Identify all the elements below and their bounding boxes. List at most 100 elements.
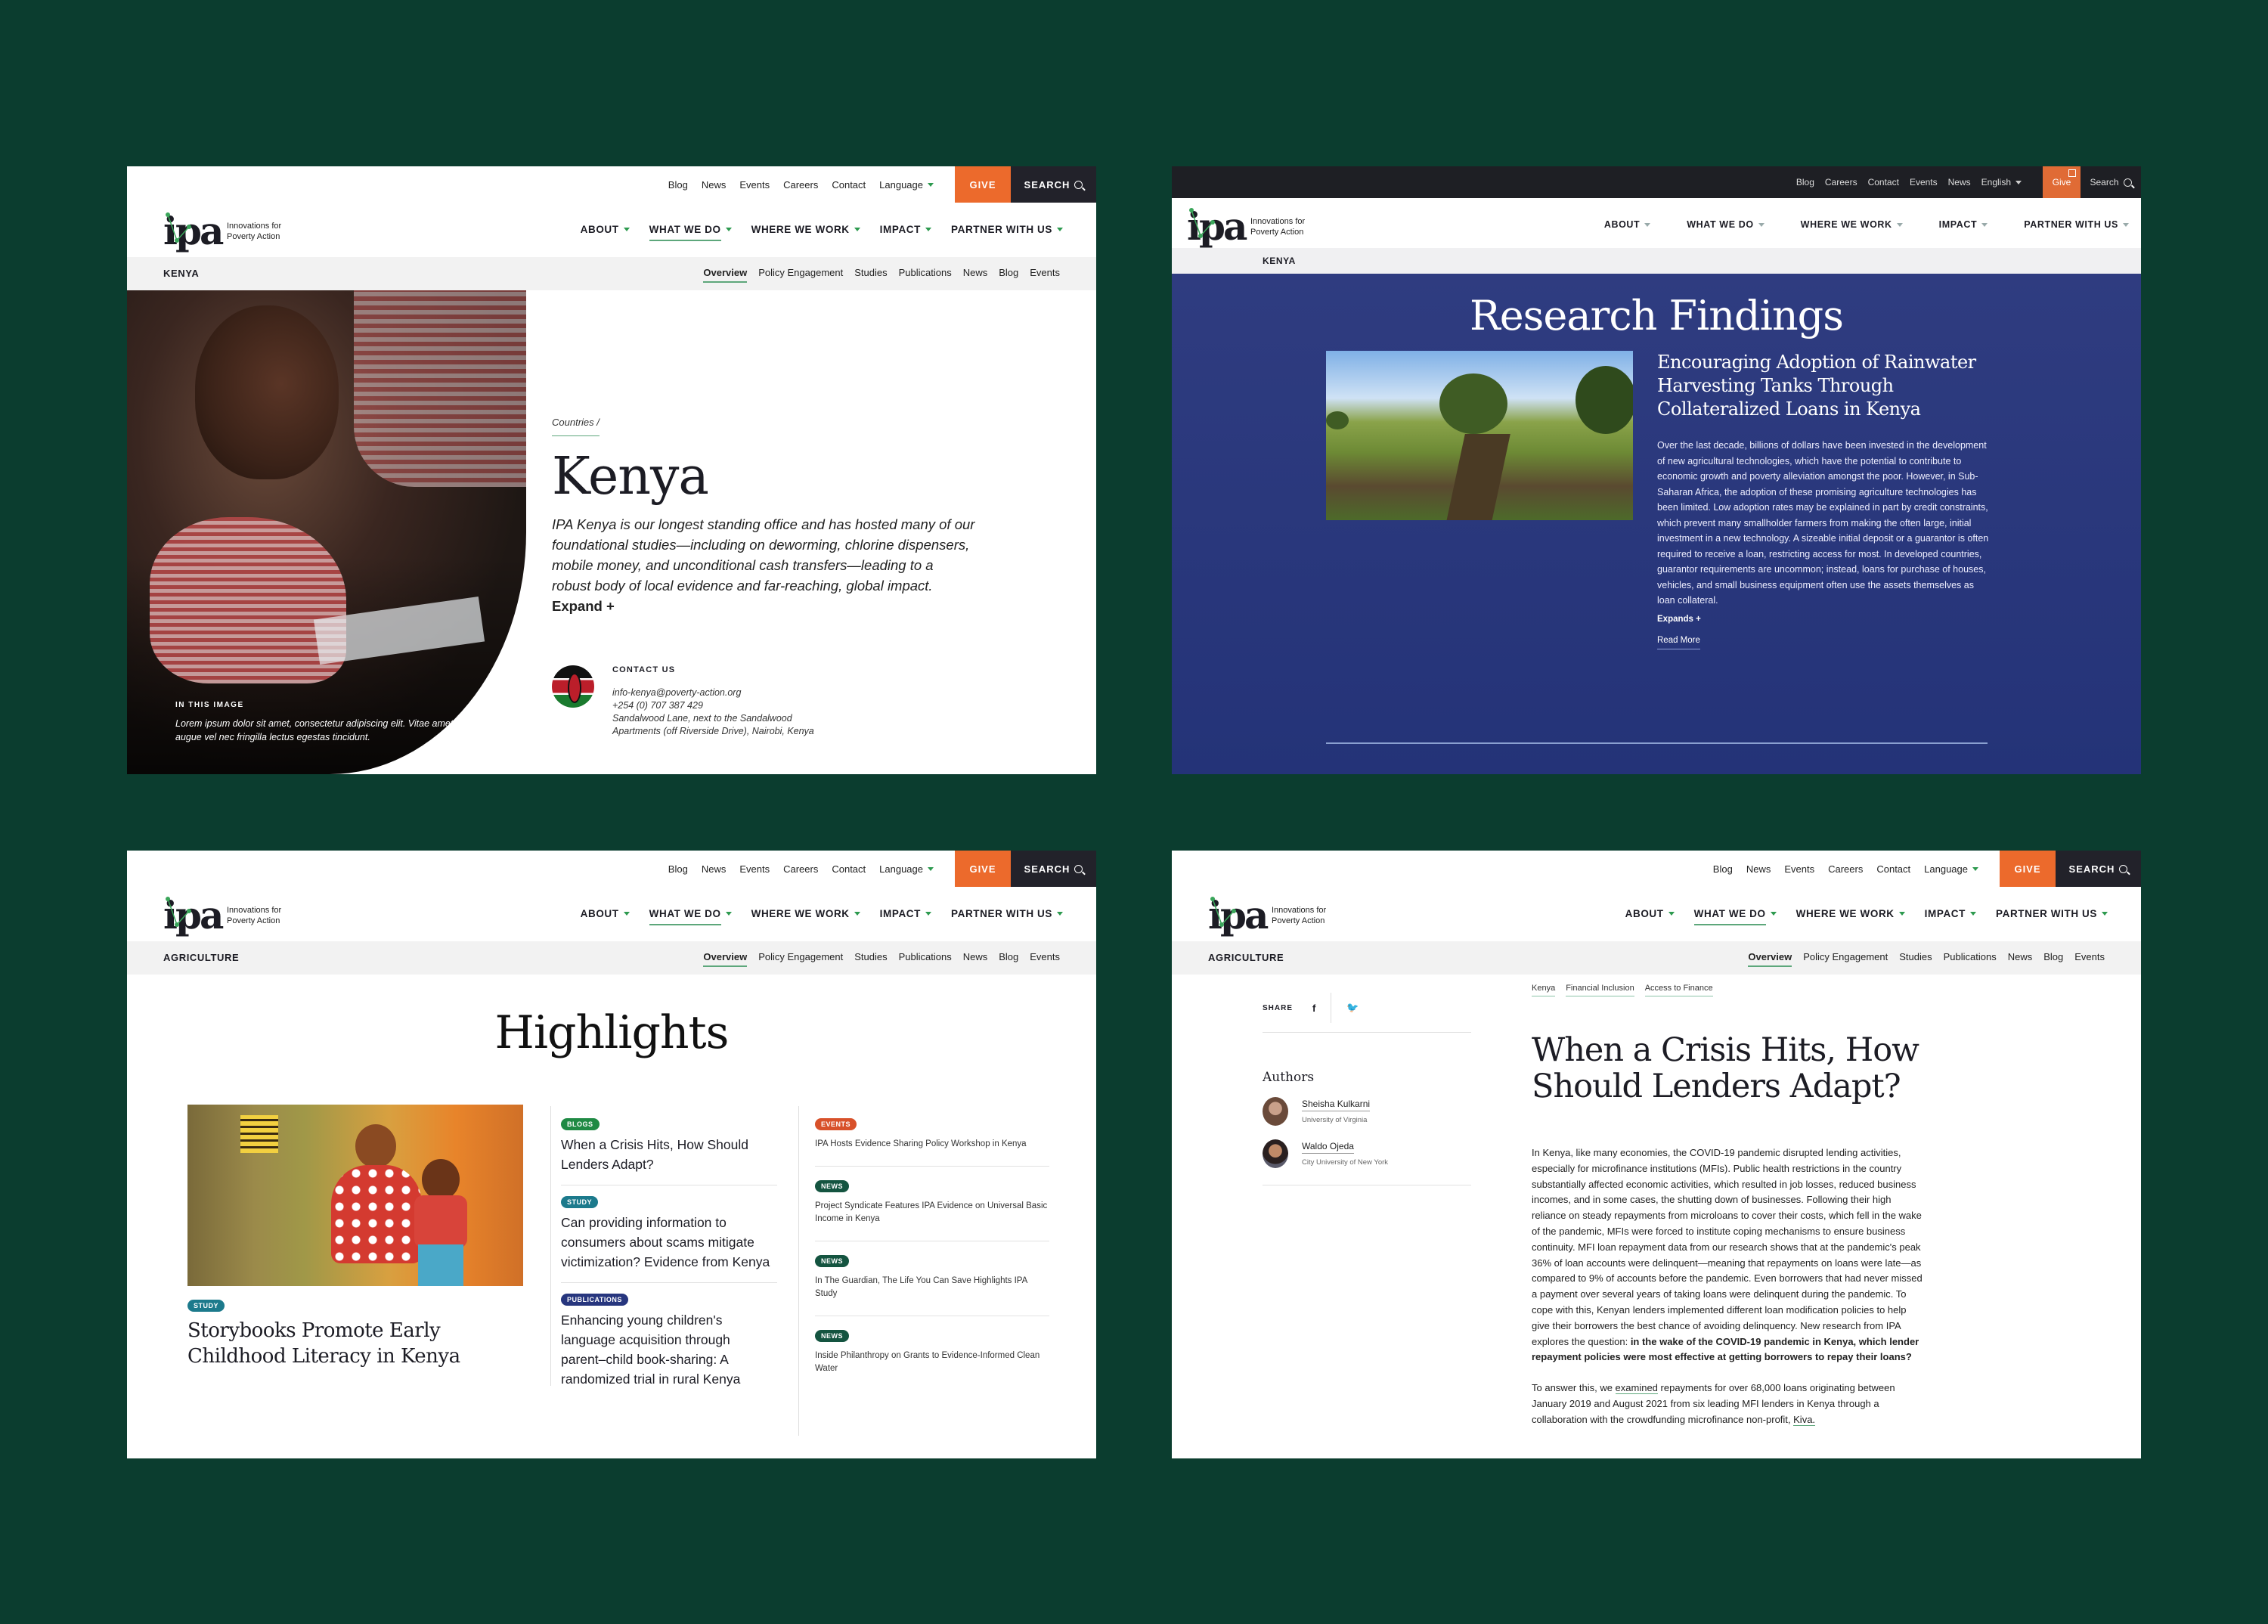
language-select[interactable]: Language [1924, 863, 1978, 875]
subnav-blog[interactable]: Blog [999, 951, 1018, 962]
tag-study[interactable]: STUDY [561, 1196, 599, 1208]
util-link-careers[interactable]: Careers [783, 179, 818, 191]
examined-link[interactable]: examined [1615, 1382, 1658, 1395]
subnav-publications[interactable]: Publications [1944, 951, 1997, 962]
subnav-news[interactable]: News [963, 267, 988, 278]
facebook-icon[interactable]: f [1312, 1003, 1315, 1014]
ipa-logo[interactable]: ipa Innovations for Poverty Action [163, 894, 281, 937]
author-name[interactable]: Sheisha Kulkarni [1302, 1099, 1371, 1111]
subnav-studies[interactable]: Studies [854, 267, 887, 278]
breadcrumb[interactable]: Countries / [552, 417, 600, 436]
item-title[interactable]: IPA Hosts Evidence Sharing Policy Worksh… [815, 1138, 1049, 1151]
tag-news[interactable]: NEWS [815, 1255, 849, 1267]
ipa-logo[interactable]: ipa Innovations for Poverty Action [1187, 206, 1305, 248]
subnav-policy-engagement[interactable]: Policy Engagement [1803, 951, 1888, 962]
search-button[interactable]: SEARCH [1011, 166, 1096, 203]
util-link-careers[interactable]: Careers [1825, 177, 1857, 188]
nav-partner-with-us[interactable]: PARTNER WITH US [2024, 219, 2129, 230]
util-link-events[interactable]: Events [739, 179, 770, 191]
nav-what-we-do[interactable]: WHAT WE DO [649, 908, 732, 925]
ipa-logo[interactable]: ipa Innovations for Poverty Action [163, 210, 281, 253]
subnav-studies[interactable]: Studies [1899, 951, 1932, 962]
nav-what-we-do[interactable]: WHAT WE DO [1687, 219, 1765, 230]
util-link-blog[interactable]: Blog [1713, 863, 1733, 875]
nav-about[interactable]: ABOUT [581, 224, 630, 235]
nav-where-we-work[interactable]: WHERE WE WORK [751, 224, 860, 235]
subnav-news[interactable]: News [963, 951, 988, 962]
util-link-news[interactable]: News [702, 863, 727, 875]
subnav-publications[interactable]: Publications [899, 951, 952, 962]
util-link-blog[interactable]: Blog [668, 863, 688, 875]
nav-impact[interactable]: IMPACT [880, 224, 931, 235]
give-button[interactable]: Give [2043, 166, 2081, 198]
item-title[interactable]: Enhancing young children's language acqu… [561, 1310, 777, 1389]
twitter-icon[interactable]: 🐦 [1346, 1002, 1359, 1014]
nav-partner-with-us[interactable]: PARTNER WITH US [951, 224, 1063, 235]
nav-partner-with-us[interactable]: PARTNER WITH US [951, 908, 1063, 919]
nav-about[interactable]: ABOUT [1604, 219, 1651, 230]
tag-blogs[interactable]: BLOGS [561, 1118, 600, 1130]
expand-link[interactable]: Expands + [1657, 615, 1990, 624]
util-link-contact[interactable]: Contact [832, 179, 866, 191]
tag-access-to-finance[interactable]: Access to Finance [1644, 984, 1713, 996]
nav-what-we-do[interactable]: WHAT WE DO [649, 224, 732, 241]
nav-partner-with-us[interactable]: PARTNER WITH US [1996, 908, 2108, 919]
subnav-publications[interactable]: Publications [899, 267, 952, 278]
subnav-studies[interactable]: Studies [854, 951, 887, 962]
util-link-events[interactable]: Events [1784, 863, 1814, 875]
item-title[interactable]: When a Crisis Hits, How Should Lenders A… [561, 1135, 777, 1174]
subnav-overview[interactable]: Overview [703, 267, 747, 283]
item-title[interactable]: Project Syndicate Features IPA Evidence … [815, 1200, 1049, 1226]
featured-title[interactable]: Storybooks Promote Early Childhood Liter… [187, 1318, 528, 1369]
subnav-policy-engagement[interactable]: Policy Engagement [758, 267, 843, 278]
subnav-events[interactable]: Events [2074, 951, 2105, 962]
tag-news[interactable]: NEWS [815, 1330, 849, 1342]
nav-about[interactable]: ABOUT [581, 908, 630, 919]
util-link-news[interactable]: News [702, 179, 727, 191]
nav-impact[interactable]: IMPACT [1925, 908, 1976, 919]
util-link-blog[interactable]: Blog [1796, 177, 1814, 188]
tag-kenya[interactable]: Kenya [1532, 984, 1556, 996]
subnav-events[interactable]: Events [1030, 951, 1060, 962]
search-button[interactable]: SEARCH [1011, 851, 1096, 887]
util-link-careers[interactable]: Careers [1828, 863, 1863, 875]
contact-phone[interactable]: +254 (0) 707 387 429 [612, 699, 814, 712]
featured-image-storybook[interactable] [187, 1105, 523, 1286]
util-link-events[interactable]: Events [739, 863, 770, 875]
nav-where-we-work[interactable]: WHERE WE WORK [1801, 219, 1903, 230]
search-button[interactable]: SEARCH [2056, 851, 2141, 887]
tag-publications[interactable]: PUBLICATIONS [561, 1294, 628, 1306]
language-select[interactable]: Language [879, 179, 934, 191]
subnav-events[interactable]: Events [1030, 267, 1060, 278]
util-link-contact[interactable]: Contact [1868, 177, 1899, 188]
item-title[interactable]: In The Guardian, The Life You Can Save H… [815, 1275, 1049, 1300]
ipa-logo[interactable]: ipa Innovations for Poverty Action [1208, 894, 1326, 937]
tag-study[interactable]: STUDY [187, 1300, 225, 1312]
nav-impact[interactable]: IMPACT [880, 908, 931, 919]
subnav-policy-engagement[interactable]: Policy Engagement [758, 951, 843, 962]
util-link-news[interactable]: News [1948, 177, 1971, 188]
subnav-overview[interactable]: Overview [1748, 951, 1792, 967]
util-link-contact[interactable]: Contact [1876, 863, 1910, 875]
search-button[interactable]: Search [2081, 166, 2141, 198]
give-button[interactable]: GIVE [2000, 851, 2056, 887]
util-link-news[interactable]: News [1746, 863, 1771, 875]
expand-link[interactable]: Expand + [552, 598, 615, 614]
item-title[interactable]: Inside Philanthropy on Grants to Evidenc… [815, 1350, 1049, 1375]
item-title[interactable]: Can providing information to consumers a… [561, 1213, 777, 1272]
contact-email[interactable]: info-kenya@poverty-action.org [612, 686, 814, 699]
subnav-news[interactable]: News [2008, 951, 2033, 962]
language-select[interactable]: English [1981, 177, 2022, 188]
nav-what-we-do[interactable]: WHAT WE DO [1693, 908, 1777, 925]
nav-where-we-work[interactable]: WHERE WE WORK [751, 908, 860, 919]
language-select[interactable]: Language [879, 863, 934, 875]
study-title[interactable]: Encouraging Adoption of Rainwater Harves… [1657, 351, 1990, 421]
kiva-link[interactable]: Kiva. [1793, 1413, 1816, 1426]
nav-about[interactable]: ABOUT [1625, 908, 1675, 919]
give-button[interactable]: GIVE [955, 166, 1011, 203]
nav-where-we-work[interactable]: WHERE WE WORK [1796, 908, 1905, 919]
util-link-events[interactable]: Events [1910, 177, 1938, 188]
subnav-blog[interactable]: Blog [999, 267, 1018, 278]
subnav-overview[interactable]: Overview [703, 951, 747, 967]
util-link-blog[interactable]: Blog [668, 179, 688, 191]
